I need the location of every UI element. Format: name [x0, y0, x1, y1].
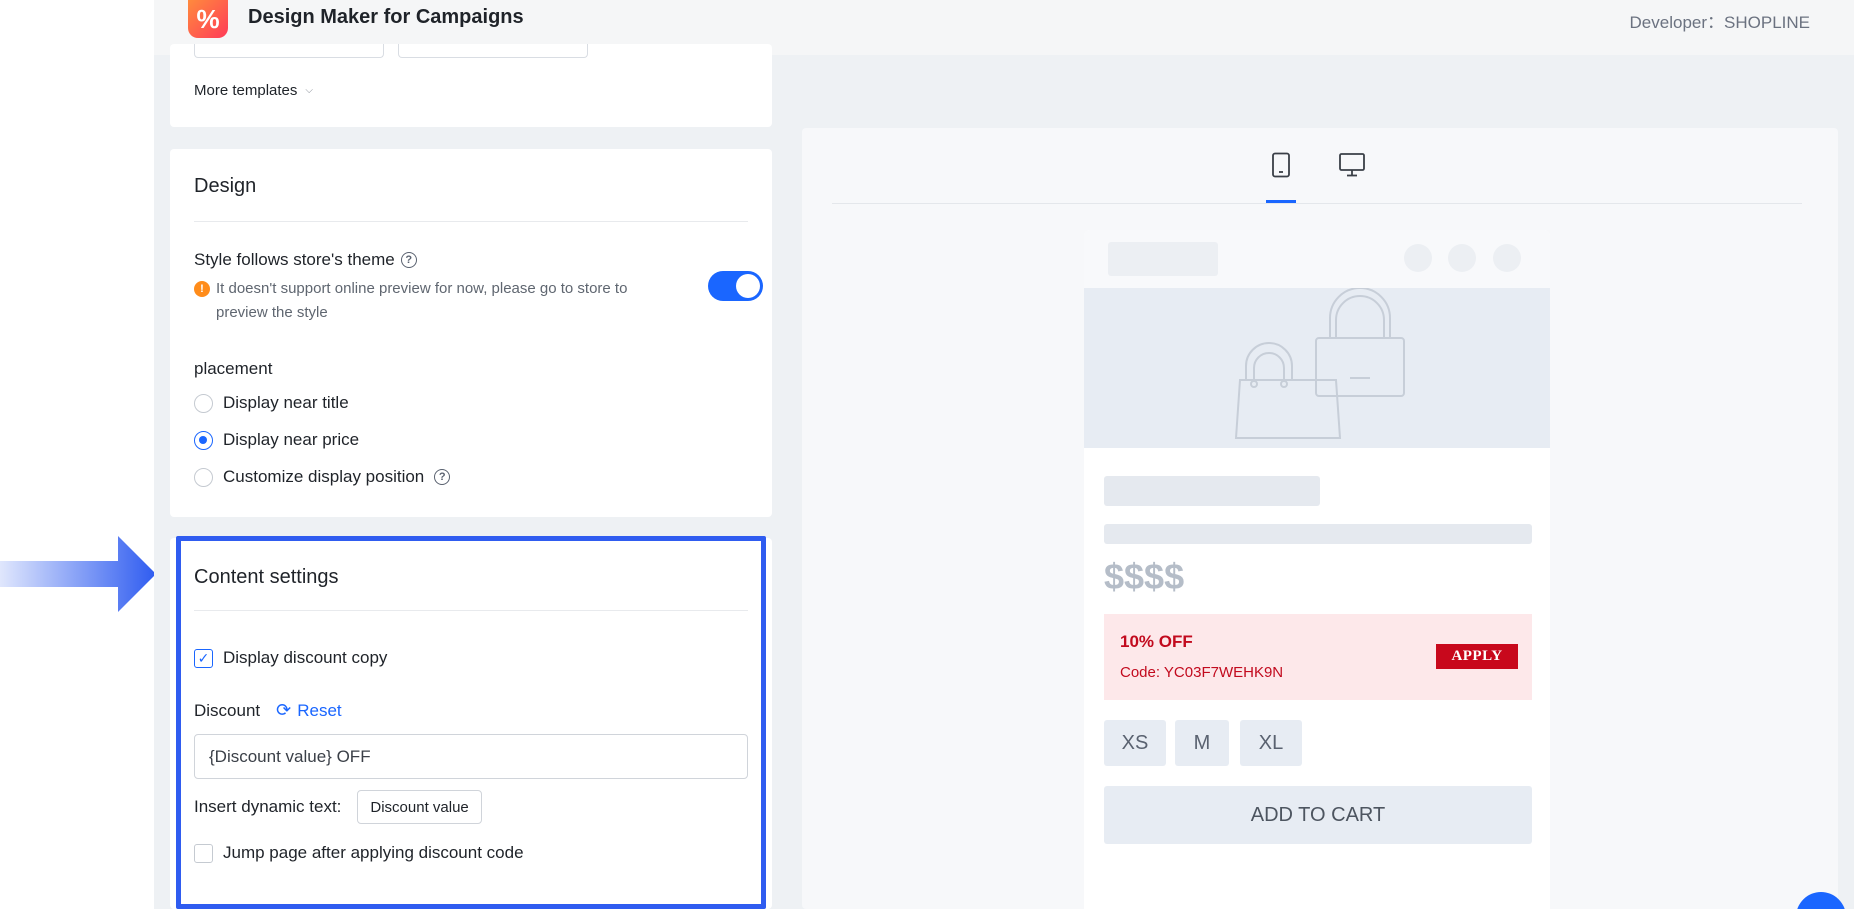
placement-label: placement: [194, 359, 273, 378]
chevron-down-icon: ⌵: [305, 85, 313, 96]
content-settings-title: Content settings: [194, 566, 339, 588]
app-window: % Design Maker for Campaigns Developer：S…: [154, 0, 1854, 909]
divider: [194, 610, 748, 611]
developer-label: Developer：SHOPLINE: [1629, 13, 1810, 32]
preview-panel: $$$$ 10% OFF Code: YC03F7WEHK9N APPLY XS…: [802, 128, 1838, 909]
discount-row: Discount ⟳ Reset: [194, 700, 342, 721]
style-notice: ! It doesn't support online preview for …: [194, 277, 664, 325]
insert-dynamic-text-row: Insert dynamic text: Discount value: [194, 790, 482, 824]
pointer-arrow-icon: [0, 536, 156, 612]
discount-label: Discount: [194, 700, 261, 720]
placeholder-subtitle: [1104, 524, 1532, 544]
style-theme-toggle[interactable]: [708, 271, 763, 301]
divider: [832, 203, 1802, 204]
insert-dynamic-label: Insert dynamic text:: [194, 797, 342, 816]
product-image-placeholder: [1084, 287, 1550, 448]
content-settings-card: Content settings ✓ Display discount copy…: [170, 538, 772, 909]
device-tabs: [802, 128, 1838, 204]
placeholder-title: [1104, 476, 1320, 506]
app-logo-icon: %: [188, 0, 228, 38]
style-notice-text: It doesn't support online preview for no…: [216, 280, 628, 321]
display-discount-copy-checkbox[interactable]: ✓ Display discount copy: [194, 648, 387, 668]
more-templates-label: More templates: [194, 82, 298, 99]
size-option-xl[interactable]: XL: [1240, 720, 1302, 766]
radio-display-near-price[interactable]: Display near price: [194, 430, 359, 450]
template-option[interactable]: [194, 44, 384, 58]
mobile-preview: $$$$ 10% OFF Code: YC03F7WEHK9N APPLY XS…: [1084, 230, 1550, 909]
preview-price: $$$$: [1104, 556, 1185, 597]
apply-button[interactable]: APPLY: [1436, 644, 1518, 669]
shopping-bags-icon: [1234, 287, 1405, 439]
placeholder-icon: [1404, 244, 1432, 272]
discount-promo-box: 10% OFF Code: YC03F7WEHK9N APPLY: [1104, 614, 1532, 700]
radio-button[interactable]: [194, 467, 213, 487]
mobile-preview-tab[interactable]: [1266, 148, 1296, 182]
template-option[interactable]: [398, 44, 588, 58]
placeholder-logo: [1108, 242, 1218, 276]
size-option-m[interactable]: M: [1175, 720, 1229, 766]
design-title: Design: [194, 175, 257, 197]
divider: [194, 221, 748, 222]
toggle-knob: [736, 274, 760, 298]
checkbox-checked-icon[interactable]: ✓: [194, 648, 213, 668]
help-icon[interactable]: ?: [400, 252, 417, 268]
placeholder-icon: [1448, 244, 1476, 272]
radio-button-selected[interactable]: [194, 430, 213, 450]
style-theme-label: Style follows store's theme ?: [194, 250, 417, 270]
desktop-icon: [1339, 153, 1365, 177]
app-title: Design Maker for Campaigns: [248, 6, 524, 28]
refresh-icon: ⟳: [276, 700, 292, 720]
size-option-xs[interactable]: XS: [1104, 720, 1166, 766]
add-to-cart-button[interactable]: ADD TO CART: [1104, 786, 1532, 844]
discount-value-button[interactable]: Discount value: [357, 790, 482, 824]
mobile-icon: [1272, 152, 1290, 178]
checkbox-icon[interactable]: [194, 843, 213, 863]
radio-button[interactable]: [194, 393, 213, 413]
jump-page-checkbox[interactable]: Jump page after applying discount code: [194, 843, 524, 863]
promo-code: Code: YC03F7WEHK9N: [1120, 664, 1284, 681]
help-icon[interactable]: ?: [434, 469, 451, 485]
design-card: Design Style follows store's theme ? ! I…: [170, 149, 772, 517]
radio-display-near-title[interactable]: Display near title: [194, 393, 349, 413]
preview-store-header: [1084, 230, 1550, 288]
promo-title: 10% OFF: [1120, 632, 1193, 651]
placeholder-icon: [1493, 244, 1521, 272]
radio-customize-position[interactable]: Customize display position ?: [194, 467, 451, 487]
reset-button[interactable]: ⟳ Reset: [276, 700, 342, 721]
templates-card: More templates ⌵: [170, 44, 772, 127]
more-templates-toggle[interactable]: More templates ⌵: [194, 82, 313, 99]
warning-icon: !: [194, 281, 210, 297]
discount-text-input[interactable]: [194, 734, 748, 779]
desktop-preview-tab[interactable]: [1337, 148, 1367, 182]
